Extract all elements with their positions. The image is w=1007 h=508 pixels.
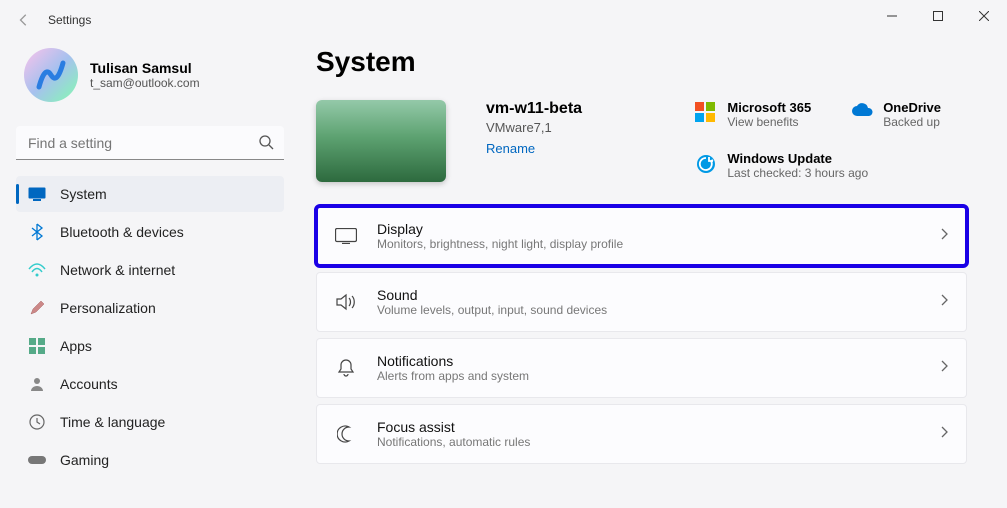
service-microsoft365[interactable]: Microsoft 365View benefits: [695, 100, 811, 129]
sidebar-item-gaming[interactable]: Gaming: [16, 442, 284, 478]
service-onedrive[interactable]: OneDriveBacked up: [851, 100, 967, 129]
sidebar-item-label: Bluetooth & devices: [60, 224, 184, 240]
display-icon: [335, 225, 357, 247]
card-display[interactable]: DisplayMonitors, brightness, night light…: [316, 206, 967, 266]
close-button[interactable]: [961, 0, 1007, 32]
microsoft-icon: [695, 102, 717, 124]
bell-icon: [335, 357, 357, 379]
page-title: System: [316, 46, 967, 78]
sidebar-item-label: Time & language: [60, 414, 165, 430]
service-sub: Backed up: [883, 115, 941, 129]
profile[interactable]: Tulisan Samsul t_sam@outlook.com: [16, 40, 284, 118]
system-icon: [28, 185, 46, 203]
pc-name: vm-w11-beta: [486, 100, 582, 118]
service-title: OneDrive: [883, 100, 941, 115]
profile-name: Tulisan Samsul: [90, 60, 200, 76]
service-title: Windows Update: [727, 151, 868, 166]
chevron-right-icon: [940, 227, 948, 245]
service-windows-update[interactable]: Windows UpdateLast checked: 3 hours ago: [695, 151, 967, 180]
sidebar-item-label: Network & internet: [60, 262, 175, 278]
sidebar-item-label: Accounts: [60, 376, 118, 392]
card-sub: Monitors, brightness, night light, displ…: [377, 237, 920, 251]
minimize-button[interactable]: [869, 0, 915, 32]
sidebar-item-accounts[interactable]: Accounts: [16, 366, 284, 402]
card-sub: Alerts from apps and system: [377, 369, 920, 383]
pc-model: VMware7,1: [486, 120, 582, 135]
card-sub: Volume levels, output, input, sound devi…: [377, 303, 920, 317]
update-icon: [695, 153, 717, 175]
desktop-thumbnail[interactable]: [316, 100, 446, 182]
sidebar-item-apps[interactable]: Apps: [16, 328, 284, 364]
card-title: Display: [377, 221, 920, 237]
sidebar-item-personalization[interactable]: Personalization: [16, 290, 284, 326]
sidebar-item-system[interactable]: System: [16, 176, 284, 212]
chevron-right-icon: [940, 425, 948, 443]
service-sub: View benefits: [727, 115, 811, 129]
card-title: Sound: [377, 287, 920, 303]
sound-icon: [335, 291, 357, 313]
card-sound[interactable]: SoundVolume levels, output, input, sound…: [316, 272, 967, 332]
apps-icon: [28, 337, 46, 355]
search-icon: [258, 134, 274, 155]
avatar: [24, 48, 78, 102]
sidebar-item-bluetooth[interactable]: Bluetooth & devices: [16, 214, 284, 250]
brush-icon: [28, 299, 46, 317]
gaming-icon: [28, 451, 46, 469]
profile-email: t_sam@outlook.com: [90, 76, 200, 90]
card-title: Focus assist: [377, 419, 920, 435]
sidebar-item-label: Personalization: [60, 300, 156, 316]
card-notifications[interactable]: NotificationsAlerts from apps and system: [316, 338, 967, 398]
clock-icon: [28, 413, 46, 431]
chevron-right-icon: [940, 293, 948, 311]
sidebar-item-label: Apps: [60, 338, 92, 354]
sidebar-item-label: System: [60, 186, 107, 202]
service-sub: Last checked: 3 hours ago: [727, 166, 868, 180]
accounts-icon: [28, 375, 46, 393]
chevron-right-icon: [940, 359, 948, 377]
card-focus-assist[interactable]: Focus assistNotifications, automatic rul…: [316, 404, 967, 464]
search-input[interactable]: [16, 126, 284, 160]
sidebar-item-network[interactable]: Network & internet: [16, 252, 284, 288]
rename-link[interactable]: Rename: [486, 141, 582, 156]
app-title: Settings: [48, 13, 91, 27]
cloud-icon: [851, 102, 873, 124]
service-title: Microsoft 365: [727, 100, 811, 115]
moon-icon: [335, 423, 357, 445]
card-title: Notifications: [377, 353, 920, 369]
sidebar-item-time[interactable]: Time & language: [16, 404, 284, 440]
maximize-button[interactable]: [915, 0, 961, 32]
card-sub: Notifications, automatic rules: [377, 435, 920, 449]
sidebar-item-label: Gaming: [60, 452, 109, 468]
network-icon: [28, 261, 46, 279]
bluetooth-icon: [28, 223, 46, 241]
back-button[interactable]: [8, 4, 40, 36]
